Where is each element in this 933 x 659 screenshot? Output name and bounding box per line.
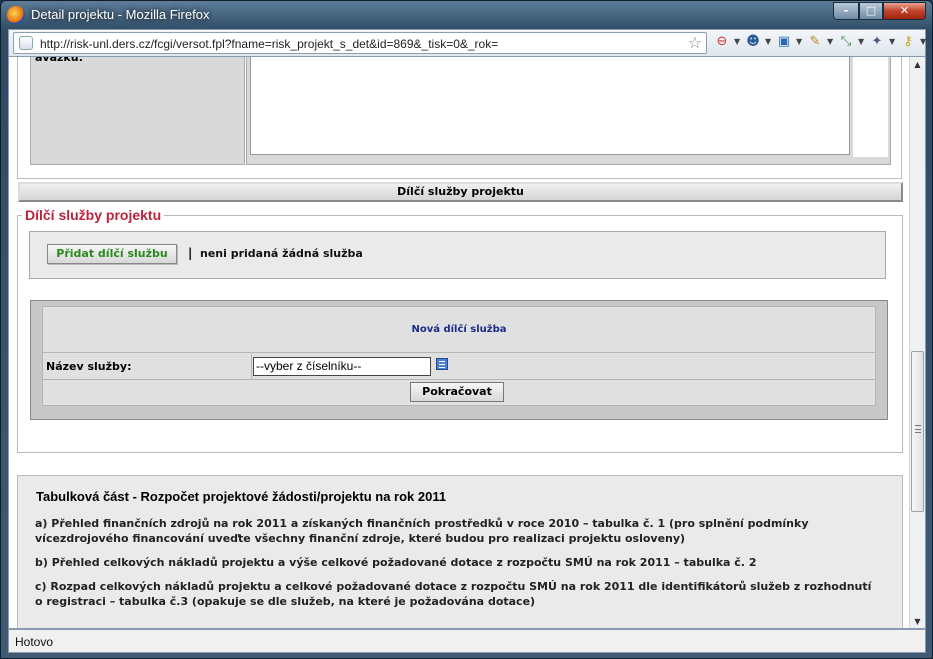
tabular-item-b: b) Přehled celkových nákladů projektu a … xyxy=(35,556,757,569)
brush-icon[interactable]: ✎ xyxy=(806,33,824,51)
new-service-title: Nová dílčí služba xyxy=(411,324,507,335)
service-name-label: Název služby: xyxy=(46,360,132,373)
separator: | xyxy=(188,246,193,260)
browser-window: Detail projektu - Mozilla Firefox – □ ✕ … xyxy=(0,0,933,659)
toolbar-icons: ⊖ ▼ ☻ ▼ ▣ ▼ ✎ ▼ ⤡ ▼ ✦ ▼ ⚷ ▼ xyxy=(713,33,927,51)
field-value-cell xyxy=(246,57,891,165)
content-viewport: ávazku: Dílčí služby projektu Dílčí služ… xyxy=(8,56,926,629)
tabular-section: Tabulková část - Rozpočet projektové žád… xyxy=(17,475,903,628)
globe-icon xyxy=(19,36,33,50)
scroll-down-icon[interactable]: ▼ xyxy=(910,614,925,628)
top-form-section: ávazku: xyxy=(17,56,902,179)
scroll-up-icon[interactable]: ▲ xyxy=(910,57,925,73)
key-icon[interactable]: ⚷ xyxy=(899,33,917,51)
add-service-box: Přidat dílčí službu | neni pridaná žádná… xyxy=(29,231,886,279)
textarea-margin xyxy=(853,57,888,157)
new-service-table: Nová dílčí služba Název služby: --vyber … xyxy=(42,306,876,406)
field-label: ávazku: xyxy=(35,56,83,64)
resize-icon[interactable]: ⤡ xyxy=(837,33,855,51)
url-text[interactable]: http://risk-unl.ders.cz/fcgi/versot.fpl?… xyxy=(40,37,498,51)
continue-button[interactable]: Pokračovat xyxy=(410,382,504,402)
window-controls: – □ ✕ xyxy=(833,2,926,20)
tabular-item-a: a) Přehled finančních zdrojů na rok 2011… xyxy=(35,517,809,545)
empty-services-text: neni pridaná žádná služba xyxy=(200,247,363,260)
chevron-down-icon[interactable]: ▼ xyxy=(734,33,741,51)
tabular-heading: Tabulková část - Rozpočet projektové žád… xyxy=(36,489,447,504)
tabular-item-c: c) Rozpad celkových nákladů projektu a c… xyxy=(35,580,872,608)
minimize-button[interactable]: – xyxy=(833,2,859,20)
window-title: Detail projektu - Mozilla Firefox xyxy=(31,7,210,22)
new-service-form: Nová dílčí služba Název služby: --vyber … xyxy=(30,300,888,420)
chevron-down-icon[interactable]: ▼ xyxy=(858,33,865,51)
chevron-down-icon[interactable]: ▼ xyxy=(920,33,927,51)
service-name-row: Název služby: --vyber z číselníku-- xyxy=(43,354,875,380)
subservices-legend: Dílčí služby projektu xyxy=(22,207,165,223)
page-content: ávazku: Dílčí služby projektu Dílčí služ… xyxy=(9,56,910,628)
subservices-fieldset: Dílčí služby projektu Přidat dílčí služb… xyxy=(17,207,903,453)
field-label-cell: ávazku: xyxy=(30,56,245,165)
scrollbar-thumb[interactable] xyxy=(911,351,924,512)
status-text: Hotovo xyxy=(15,635,54,649)
tools-icon[interactable]: ✦ xyxy=(868,33,886,51)
chevron-down-icon[interactable]: ▼ xyxy=(765,33,772,51)
maximize-button[interactable]: □ xyxy=(859,2,883,20)
subservices-toggle-bar[interactable]: Dílčí služby projektu xyxy=(18,182,903,202)
title-bar: Detail projektu - Mozilla Firefox – □ ✕ xyxy=(1,1,932,29)
chevron-down-icon[interactable]: ▼ xyxy=(796,33,803,51)
cell-divider xyxy=(251,354,252,380)
user-icon[interactable]: ☻ xyxy=(744,33,762,51)
chevron-down-icon[interactable]: ▼ xyxy=(889,33,896,51)
grip-icon xyxy=(915,425,921,433)
service-name-input[interactable]: --vyber z číselníku-- xyxy=(253,357,431,376)
firefox-logo-icon xyxy=(7,6,25,24)
status-bar: Hotovo xyxy=(8,629,926,653)
new-service-title-row: Nová dílčí služba xyxy=(43,307,875,353)
translate-icon[interactable]: ▣ xyxy=(775,33,793,51)
close-button[interactable]: ✕ xyxy=(883,2,926,20)
stop-icon[interactable]: ⊖ xyxy=(713,33,731,51)
url-bar[interactable]: http://risk-unl.ders.cz/fcgi/versot.fpl?… xyxy=(13,32,707,54)
chevron-down-icon[interactable]: ▼ xyxy=(827,33,834,51)
vertical-scrollbar[interactable]: ▲ ▼ xyxy=(909,57,925,628)
codelist-picker-icon[interactable] xyxy=(436,358,448,370)
navigation-bar: http://risk-unl.ders.cz/fcgi/versot.fpl?… xyxy=(8,29,926,56)
add-subservice-button[interactable]: Přidat dílčí službu xyxy=(47,244,177,264)
description-textarea[interactable] xyxy=(250,57,850,155)
bookmark-star-icon[interactable]: ☆ xyxy=(688,33,702,53)
